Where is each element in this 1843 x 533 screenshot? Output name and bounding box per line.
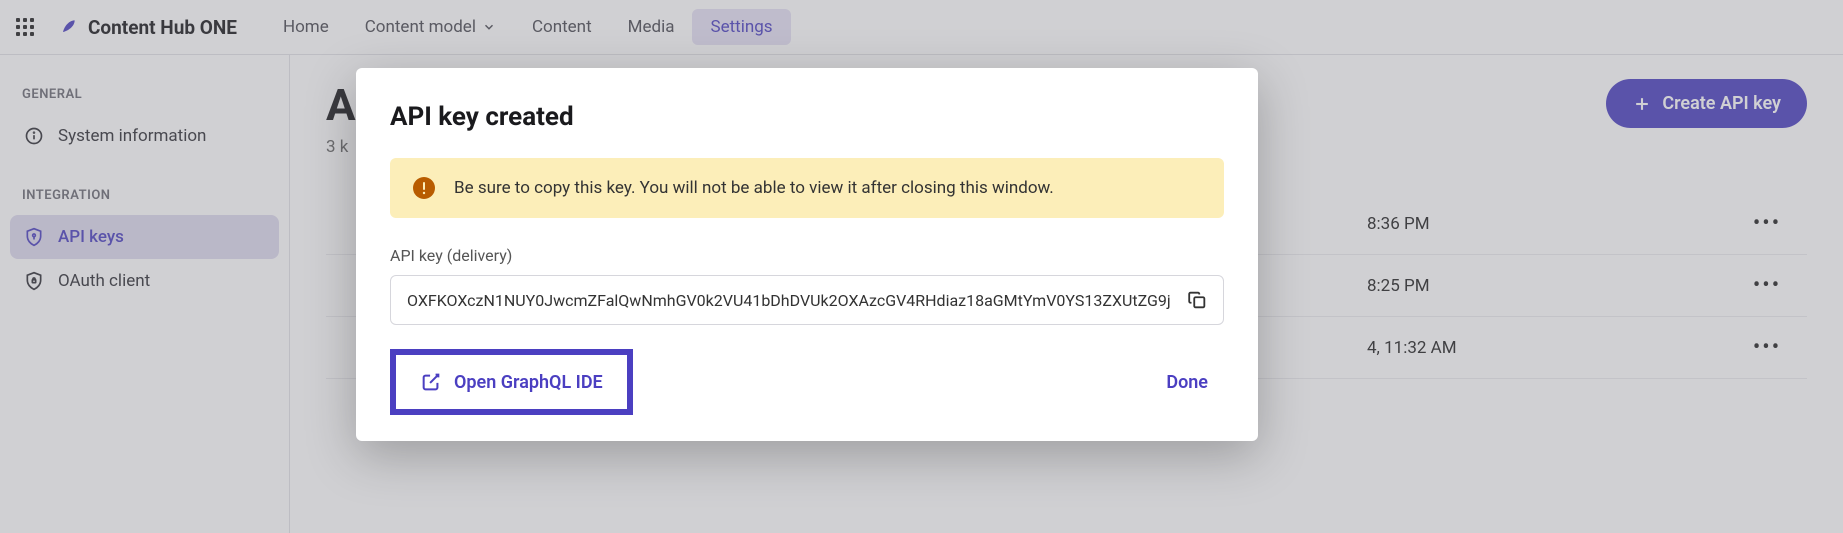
alert-text: Be sure to copy this key. You will not b…: [454, 178, 1054, 198]
api-key-created-dialog: API key created Be sure to copy this key…: [356, 68, 1258, 441]
copy-icon: [1186, 289, 1208, 311]
open-graphql-ide-label: Open GraphQL IDE: [454, 372, 603, 393]
api-key-field: [390, 275, 1224, 325]
api-key-input[interactable]: [407, 291, 1179, 310]
field-label: API key (delivery): [390, 246, 1224, 265]
copy-button[interactable]: [1179, 282, 1215, 318]
warning-icon: [412, 176, 436, 200]
done-button[interactable]: Done: [1150, 362, 1224, 403]
dialog-alert: Be sure to copy this key. You will not b…: [390, 158, 1224, 218]
dialog-title: API key created: [390, 102, 1224, 132]
open-graphql-ide-button[interactable]: Open GraphQL IDE: [390, 349, 633, 415]
external-link-icon: [420, 371, 442, 393]
